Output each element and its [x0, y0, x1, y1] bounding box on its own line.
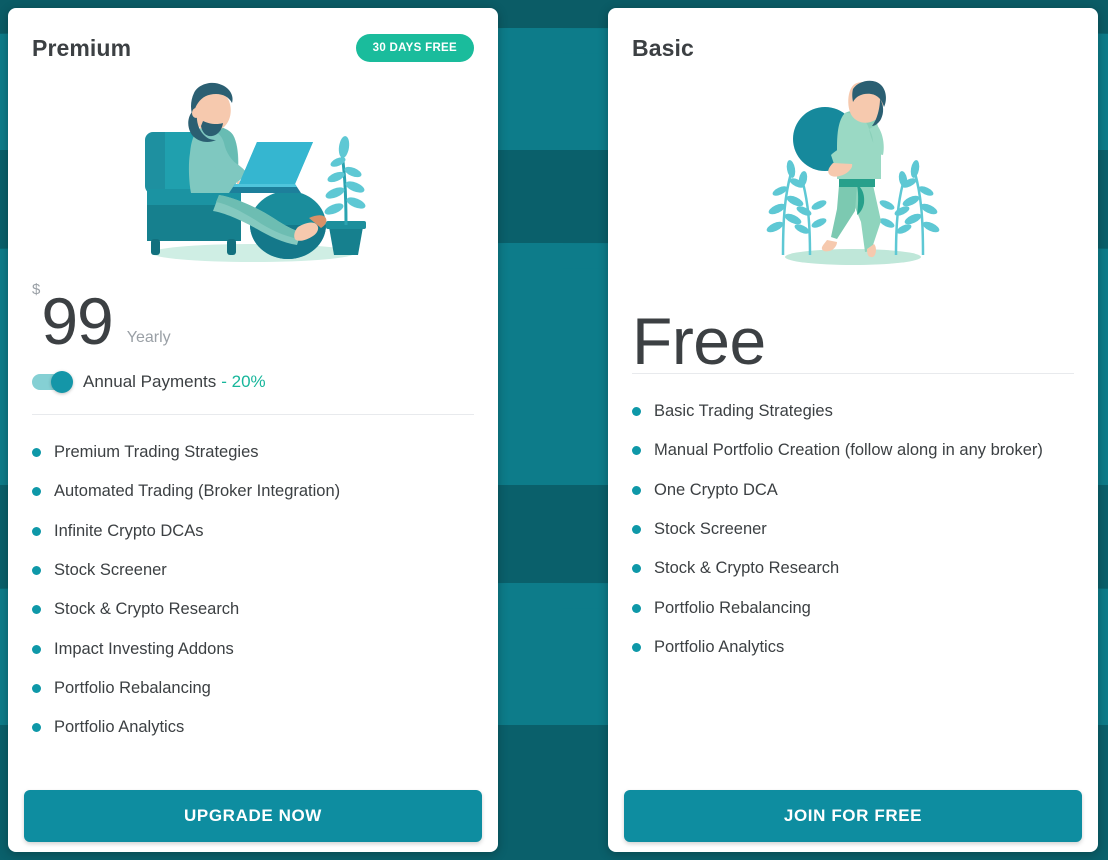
basic-price: Free	[632, 279, 1074, 373]
man-in-armchair-with-laptop-icon	[145, 82, 366, 262]
feature-item: Premium Trading Strategies	[32, 433, 474, 472]
price-amount: 99	[41, 283, 113, 358]
basic-feature-list: Basic Trading Strategies Manual Portfolio…	[632, 374, 1074, 667]
feature-label: Portfolio Rebalancing	[654, 598, 811, 617]
feature-label: Impact Investing Addons	[54, 639, 234, 658]
feature-item: Impact Investing Addons	[32, 630, 474, 669]
free-trial-badge: 30 DAYS FREE	[355, 34, 474, 62]
annual-payments-toggle-row[interactable]: Annual Payments - 20%	[32, 369, 474, 395]
feature-label: Automated Trading (Broker Integration)	[54, 482, 341, 501]
premium-price: $ 99 Yearly	[32, 277, 474, 358]
bullet-dot-icon	[32, 605, 41, 615]
feature-label: Portfolio Analytics	[54, 718, 185, 737]
price-currency-symbol: $	[32, 281, 41, 298]
bullet-dot-icon	[32, 487, 41, 497]
feature-item: Infinite Crypto DCAs	[32, 512, 474, 551]
bullet-dot-icon	[32, 683, 41, 693]
person-carrying-ball-icon	[766, 80, 940, 265]
price-amount: Free	[632, 303, 766, 378]
bullet-dot-icon	[32, 565, 41, 575]
bullet-dot-icon	[632, 407, 641, 416]
feature-item: Portfolio Analytics	[32, 708, 474, 747]
premium-card-content: Premium 30 DAYS FREE $ 99 Yearly Annual …	[8, 8, 498, 852]
feature-item: Portfolio Analytics	[632, 628, 1074, 667]
premium-illustration	[32, 72, 474, 267]
annual-discount-label: - 20%	[221, 372, 266, 391]
feature-label: Infinite Crypto DCAs	[54, 521, 204, 540]
bullet-dot-icon	[32, 723, 41, 733]
annual-payments-label: Annual Payments	[83, 372, 217, 391]
bullet-dot-icon	[32, 526, 41, 536]
premium-plan-title: Premium	[32, 34, 132, 61]
bullet-dot-icon	[632, 524, 641, 534]
bullet-dot-icon	[632, 564, 641, 574]
bullet-dot-icon	[632, 446, 641, 456]
feature-label: Portfolio Rebalancing	[54, 678, 211, 697]
feature-item: Automated Trading (Broker Integration)	[32, 472, 474, 511]
basic-illustration	[632, 72, 1074, 267]
basic-card-content: Basic Free Basic Trading Strategies Manu…	[608, 8, 1098, 852]
feature-item: Stock Screener	[32, 551, 474, 590]
feature-label: Basic Trading Strategies	[654, 402, 833, 420]
feature-label: Stock Screener	[654, 519, 767, 538]
feature-item: Portfolio Rebalancing	[632, 589, 1074, 628]
annual-payments-toggle[interactable]	[32, 371, 73, 393]
feature-item: Basic Trading Strategies	[632, 392, 1074, 431]
feature-item: One Crypto DCA	[632, 471, 1074, 510]
feature-item: Manual Portfolio Creation (follow along …	[632, 431, 1074, 470]
feature-label: Stock & Crypto Research	[54, 600, 240, 619]
feature-item: Stock & Crypto Research	[32, 590, 474, 629]
bullet-dot-icon	[32, 448, 41, 457]
bullet-dot-icon	[632, 485, 641, 495]
join-for-free-button[interactable]: JOIN FOR FREE	[624, 790, 1082, 842]
bullet-dot-icon	[632, 642, 641, 652]
feature-item: Stock & Crypto Research	[632, 549, 1074, 588]
price-period: Yearly	[126, 329, 171, 346]
pricing-card-basic: Basic Free Basic Trading Strategies Manu…	[608, 8, 1098, 852]
bullet-dot-icon	[632, 603, 641, 613]
pricing-card-premium: Premium 30 DAYS FREE $ 99 Yearly Annual …	[8, 8, 498, 852]
feature-label: Stock Screener	[54, 560, 167, 579]
feature-label: Premium Trading Strategies	[54, 443, 259, 461]
basic-card-header: Basic	[632, 30, 1074, 66]
feature-label: Manual Portfolio Creation (follow along …	[654, 441, 1043, 460]
basic-plan-title: Basic	[632, 34, 694, 61]
feature-label: One Crypto DCA	[654, 480, 778, 499]
feature-label: Stock & Crypto Research	[654, 559, 840, 578]
feature-item: Portfolio Rebalancing	[32, 669, 474, 708]
bullet-dot-icon	[32, 644, 41, 654]
feature-item: Stock Screener	[632, 510, 1074, 549]
upgrade-now-button[interactable]: UPGRADE NOW	[24, 790, 482, 842]
toggle-knob	[51, 371, 73, 393]
premium-feature-list: Premium Trading Strategies Automated Trad…	[32, 415, 474, 748]
premium-card-header: Premium 30 DAYS FREE	[32, 30, 474, 66]
feature-label: Portfolio Analytics	[654, 637, 785, 656]
